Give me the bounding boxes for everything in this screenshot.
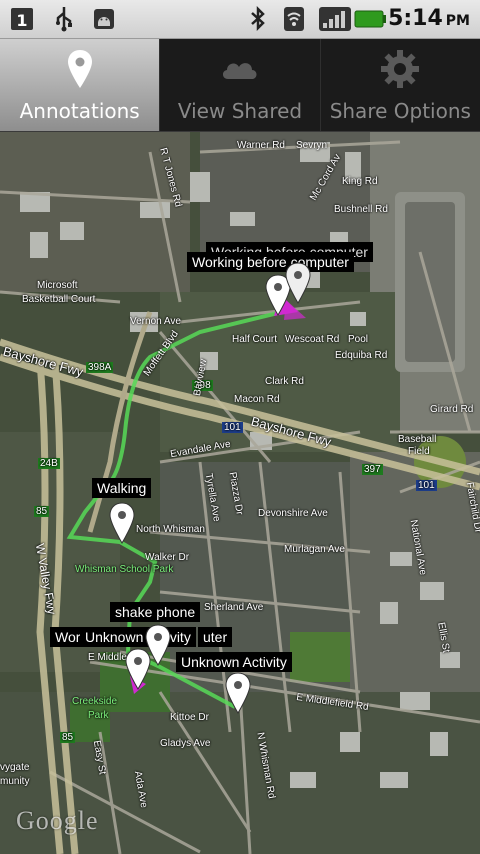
street-label: Kittoe Dr bbox=[170, 712, 209, 723]
route-shield: 397 bbox=[362, 464, 383, 475]
park-label: Whisman School Park bbox=[75, 564, 174, 575]
sim-icon: 1 bbox=[11, 8, 33, 30]
street-label: Baseball bbox=[398, 434, 437, 445]
street-label: munity bbox=[0, 776, 30, 787]
annotation-label[interactable]: Working before computer bbox=[187, 252, 354, 272]
gear-icon bbox=[381, 50, 420, 88]
status-bar: 1 5:14 PM bbox=[0, 0, 480, 39]
street-label: Murlagan Ave bbox=[284, 544, 345, 555]
street-label: North Whisman bbox=[136, 524, 205, 535]
wifi-icon bbox=[284, 7, 304, 31]
annotation-label[interactable]: Walking bbox=[92, 478, 152, 498]
route-shield: 85 bbox=[34, 506, 50, 517]
annotation-label[interactable]: Unknown Activity bbox=[80, 627, 196, 647]
route-shield: 101 bbox=[416, 480, 437, 491]
street-label: Wescoat Rd bbox=[285, 334, 340, 345]
signal-icon bbox=[319, 7, 351, 31]
street-label: Macon Rd bbox=[234, 394, 280, 405]
tab-share-options-label: Share Options bbox=[329, 99, 471, 123]
bluetooth-icon bbox=[251, 5, 265, 32]
map-pin-icon[interactable] bbox=[108, 502, 136, 544]
park-label: Park bbox=[88, 710, 109, 721]
map-pin-icon[interactable] bbox=[124, 648, 152, 690]
street-label: King Rd bbox=[342, 176, 378, 187]
tab-annotations[interactable]: Annotations bbox=[0, 39, 161, 131]
street-label: Devonshire Ave bbox=[258, 508, 328, 519]
street-label: Sherland Ave bbox=[204, 602, 264, 613]
tab-annotations-label: Annotations bbox=[19, 99, 140, 123]
usb-icon bbox=[56, 7, 72, 32]
tab-view-shared-label: View Shared bbox=[177, 99, 303, 123]
street-label: Walker Dr bbox=[145, 552, 190, 563]
route-shield: 24B bbox=[38, 458, 60, 469]
street-label: Gladys Ave bbox=[160, 738, 211, 749]
annotation-label[interactable]: Unknown Activity bbox=[176, 652, 292, 672]
tab-share-options[interactable]: Share Options bbox=[321, 39, 480, 131]
street-label: Bushnell Rd bbox=[334, 204, 388, 215]
street-label: Vernon Ave bbox=[130, 316, 181, 327]
map-pin-icon[interactable] bbox=[224, 672, 252, 714]
street-label: Basketball Court bbox=[22, 294, 96, 305]
satellite-map[interactable]: Warner Rd Sevryn R T Jones Rd Mc Cord Av… bbox=[0, 132, 480, 854]
street-label: Microsoft bbox=[37, 280, 78, 291]
map-pin-icon bbox=[67, 50, 92, 88]
street-label: Half Court bbox=[232, 334, 278, 345]
tab-view-shared[interactable]: View Shared bbox=[160, 39, 321, 131]
annotation-label[interactable]: uter bbox=[198, 627, 233, 647]
android-debug-icon bbox=[94, 9, 114, 29]
battery-icon bbox=[354, 10, 386, 28]
cloud-icon bbox=[222, 63, 257, 79]
clock: 5:14 PM bbox=[388, 6, 470, 31]
park-label: Creekside bbox=[72, 696, 118, 707]
street-label: Field bbox=[408, 446, 430, 457]
street-label: vygate bbox=[0, 762, 30, 773]
route-shield: 398A bbox=[86, 362, 114, 373]
route-shield: 85 bbox=[60, 732, 76, 743]
street-label: Girard Rd bbox=[430, 404, 474, 415]
street-label: Clark Rd bbox=[265, 376, 304, 387]
street-label: Warner Rd bbox=[237, 140, 285, 151]
tab-bar: Annotations View Shared Share Options bbox=[0, 39, 480, 132]
svg-text:1: 1 bbox=[16, 11, 27, 30]
google-attribution: Google bbox=[16, 806, 99, 835]
route-shield: 101 bbox=[222, 422, 243, 433]
street-label: Pool bbox=[348, 334, 369, 345]
street-label: Sevryn bbox=[296, 140, 328, 151]
annotation-label[interactable]: shake phone bbox=[110, 602, 201, 622]
street-label: Edquiba Rd bbox=[335, 350, 388, 361]
map-pin-icon[interactable] bbox=[284, 262, 312, 304]
